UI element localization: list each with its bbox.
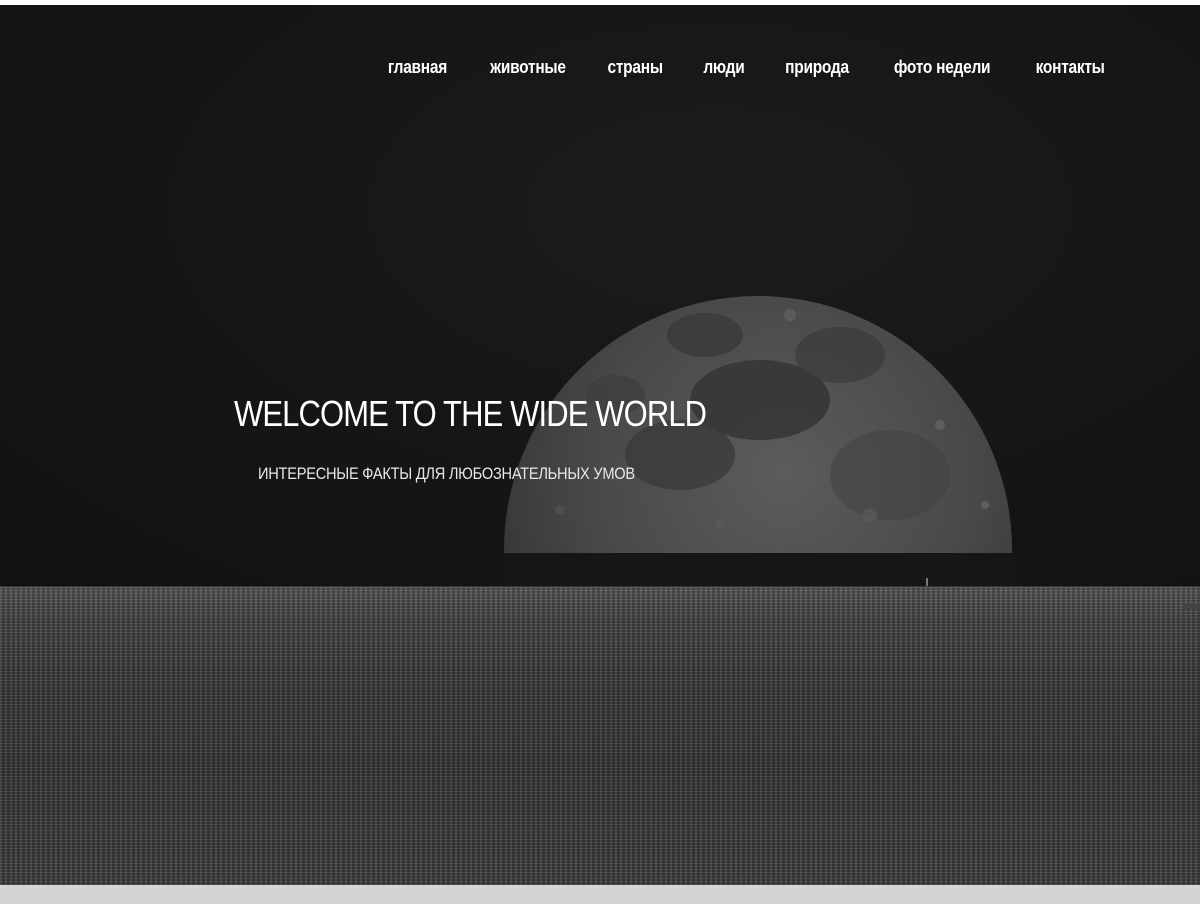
hero-title: WELCOME TO THE WIDE WORLD [234, 393, 707, 434]
hero-section: главная животные страны люди природа фот… [0, 5, 1200, 885]
hero-subtitle: ИНТЕРЕСНЫЕ ФАКТЫ ДЛЯ ЛЮБОЗНАТЕЛЬНЫХ УМОВ [258, 464, 635, 483]
nav-item-home[interactable]: главная [387, 57, 446, 78]
main-nav: главная животные страны люди природа фот… [383, 57, 1110, 78]
sea-image [0, 587, 1200, 885]
nav-item-countries[interactable]: страны [608, 57, 664, 78]
nav-item-nature[interactable]: природа [785, 57, 849, 78]
page: главная животные страны люди природа фот… [0, 0, 1200, 904]
nav-item-photo-of-week[interactable]: фото недели [893, 57, 990, 78]
nav-item-animals[interactable]: животные [490, 57, 566, 78]
footer-bar [0, 885, 1200, 904]
moon-image [504, 296, 1014, 587]
nav-item-people[interactable]: люди [703, 57, 744, 78]
rock-silhouette [1182, 603, 1200, 609]
nav-item-contacts[interactable]: контакты [1035, 57, 1104, 78]
boat-silhouette [926, 578, 928, 586]
